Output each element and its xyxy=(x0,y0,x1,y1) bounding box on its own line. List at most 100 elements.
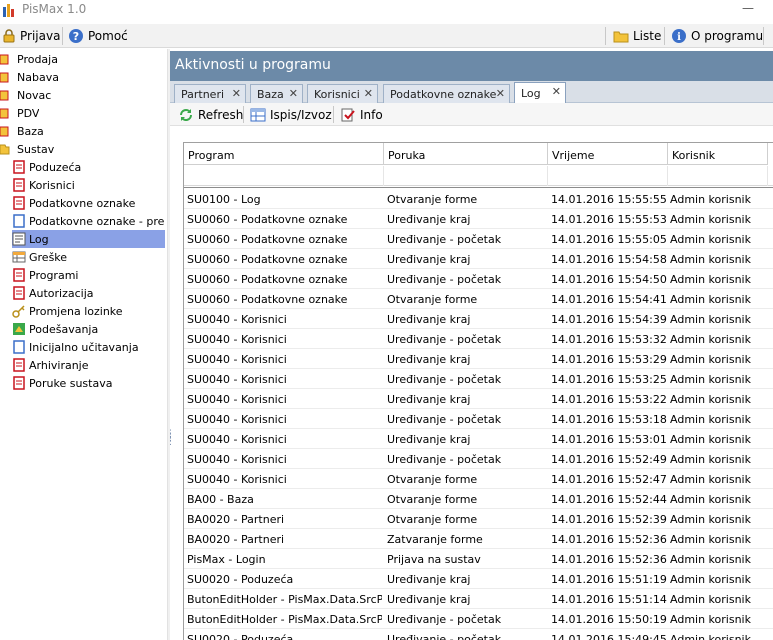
close-icon[interactable]: ✕ xyxy=(496,87,505,100)
time-cell: 14.01.2016 15:53:29 xyxy=(551,353,667,366)
sidebar-item-label: Podatkovne oznake - pre... xyxy=(29,214,165,228)
table-row[interactable]: BA0020 - Partneri Otvaranje forme 14.01.20… xyxy=(184,509,773,529)
close-icon[interactable]: ✕ xyxy=(289,87,298,100)
table-row[interactable]: SU0040 - Korisnici Uređivanje - početak 14… xyxy=(184,369,773,389)
user-cell: Admin korisnik xyxy=(670,353,751,366)
table-row[interactable]: BA00 - Baza Otvaranje forme 14.01.2016 15:… xyxy=(184,489,773,509)
sidebar-item-greske[interactable]: Greške xyxy=(12,248,165,266)
sidebar-item-korisnici[interactable]: Korisnici xyxy=(12,176,165,194)
program-cell: SU0040 - Korisnici xyxy=(187,413,287,426)
tab-label: Baza xyxy=(257,87,284,101)
table-row[interactable]: SU0020 - Poduzeća Uređivanje - početak 14.… xyxy=(184,629,773,640)
folder-open-icon xyxy=(0,144,10,155)
sidebar-splitter[interactable] xyxy=(167,49,170,640)
message-cell: Uređivanje kraj xyxy=(387,213,471,226)
user-cell: Admin korisnik xyxy=(670,253,751,266)
message-cell: Uređivanje kraj xyxy=(387,353,471,366)
message-cell: Otvaranje forme xyxy=(387,193,478,206)
program-cell: BA0020 - Partneri xyxy=(187,533,285,546)
sidebar-item-nabava[interactable]: Nabava xyxy=(0,68,59,86)
table-row[interactable]: ButonEditHolder - PisMax.Data.SrcPar... U… xyxy=(184,609,773,629)
sidebar-item-podesavanja[interactable]: Podešavanja xyxy=(12,320,165,338)
table-row[interactable]: SU0040 - Korisnici Uređivanje kraj 14.01.2… xyxy=(184,309,773,329)
key-icon xyxy=(12,305,25,318)
close-icon[interactable]: ✕ xyxy=(364,87,373,100)
login-button[interactable]: Prijava xyxy=(2,26,60,46)
lists-button[interactable]: Liste xyxy=(613,26,661,46)
print-export-button[interactable]: Ispis/Izvoz xyxy=(250,105,332,124)
filter-cell-program[interactable] xyxy=(184,166,384,186)
svg-text:i: i xyxy=(677,32,681,43)
column-header-program[interactable]: Program xyxy=(184,143,384,165)
tab-baza[interactable]: Baza ✕ xyxy=(250,84,303,103)
table-row[interactable]: SU0060 - Podatkovne oznake Uređivanje - p… xyxy=(184,269,773,289)
table-row[interactable]: SU0040 - Korisnici Uređivanje kraj 14.01.2… xyxy=(184,429,773,449)
splitter-grip-icon[interactable]: ⋮ ⋮ ⋮ xyxy=(166,430,175,452)
about-button[interactable]: i O programu xyxy=(671,26,763,46)
user-cell: Admin korisnik xyxy=(670,453,751,466)
sidebar-item-pdv[interactable]: PDV xyxy=(0,104,39,122)
sidebar-item-log[interactable]: Log xyxy=(12,230,165,248)
about-label: O programu xyxy=(691,29,764,43)
filter-cell-poruka[interactable] xyxy=(384,166,548,186)
filter-cell-korisnik[interactable] xyxy=(668,166,768,186)
sidebar-item-label: Prodaja xyxy=(17,52,58,66)
toolbar-separator xyxy=(605,27,606,45)
table-row[interactable]: SU0060 - Podatkovne oznake Uređivanje - p… xyxy=(184,229,773,249)
info-button[interactable]: Info xyxy=(340,105,383,124)
sidebar-item-sustav[interactable]: Sustav xyxy=(0,140,54,158)
table-row[interactable]: SU0040 - Korisnici Uređivanje kraj 14.01.2… xyxy=(184,349,773,369)
message-cell: Otvaranje forme xyxy=(387,513,478,526)
table-row[interactable]: SU0040 - Korisnici Uređivanje kraj 14.01.2… xyxy=(184,389,773,409)
toolbar-separator xyxy=(333,106,334,123)
sidebar-item-poruke-sustava[interactable]: Poruke sustava xyxy=(12,374,165,392)
table-row[interactable]: SU0040 - Korisnici Uređivanje - početak 14… xyxy=(184,449,773,469)
table-row[interactable]: SU0060 - Podatkovne oznake Uređivanje kra… xyxy=(184,209,773,229)
svg-text:?: ? xyxy=(73,30,79,43)
table-row[interactable]: SU0040 - Korisnici Uređivanje - početak 14… xyxy=(184,409,773,429)
title-bar: PisMax 1.0 — xyxy=(0,0,773,24)
folder-icon xyxy=(0,54,9,65)
sidebar-item-label: Podatkovne oznake xyxy=(29,196,136,210)
sidebar-item-promjena-lozinke[interactable]: Promjena lozinke xyxy=(12,302,165,320)
help-button[interactable]: ? Pomoć xyxy=(68,26,128,46)
folder-icon xyxy=(0,72,9,83)
column-header-korisnik[interactable]: Korisnik xyxy=(668,143,768,165)
tab-podatkovne-oznake[interactable]: Podatkovne oznake ✕ xyxy=(383,84,510,103)
sidebar-item-poduzeca[interactable]: Poduzeća xyxy=(12,158,165,176)
refresh-button[interactable]: Refresh xyxy=(178,105,243,124)
table-row[interactable]: SU0020 - Poduzeća Uređivanje kraj 14.01.20… xyxy=(184,569,773,589)
table-row[interactable]: BA0020 - Partneri Zatvaranje forme 14.01.2… xyxy=(184,529,773,549)
table-row[interactable]: SU0040 - Korisnici Otvaranje forme 14.01.2… xyxy=(184,469,773,489)
tab-korisnici[interactable]: Korisnici ✕ xyxy=(307,84,378,103)
table-row[interactable]: SU0040 - Korisnici Uređivanje - početak 14… xyxy=(184,329,773,349)
sidebar-item-novac[interactable]: Novac xyxy=(0,86,51,104)
grid-body: SU0100 - Log Otvaranje forme 14.01.2016 15… xyxy=(184,187,773,640)
program-cell: SU0040 - Korisnici xyxy=(187,453,287,466)
table-row[interactable]: PisMax - Login Prijava na sustav 14.01.201… xyxy=(184,549,773,569)
sidebar-item-programi[interactable]: Programi xyxy=(12,266,165,284)
sidebar-item-podatkovne-oznake-pre[interactable]: Podatkovne oznake - pre... xyxy=(12,212,165,230)
table-row[interactable]: SU0060 - Podatkovne oznake Otvaranje form… xyxy=(184,289,773,309)
table-row[interactable]: ButonEditHolder - PisMax.Data.SrcPar... U… xyxy=(184,589,773,609)
sidebar-item-baza[interactable]: Baza xyxy=(0,122,44,140)
tab-log[interactable]: Log ✕ xyxy=(514,82,566,104)
tab-partneri[interactable]: Partneri ✕ xyxy=(174,84,246,103)
time-cell: 14.01.2016 15:52:39 xyxy=(551,513,667,526)
filter-cell-vrijeme[interactable] xyxy=(548,166,668,186)
sidebar-item-arhiviranje[interactable]: Arhiviranje xyxy=(12,356,165,374)
minimize-button[interactable]: — xyxy=(738,0,758,20)
sidebar-item-inicijalno-ucitavanja[interactable]: Inicijalno učitavanja xyxy=(12,338,165,356)
message-cell: Uređivanje - početak xyxy=(387,273,502,286)
column-header-vrijeme[interactable]: Vrijeme xyxy=(548,143,668,165)
sidebar-item-podatkovne-oznake[interactable]: Podatkovne oznake xyxy=(12,194,165,212)
program-cell: SU0060 - Podatkovne oznake xyxy=(187,273,348,286)
close-icon[interactable]: ✕ xyxy=(232,87,241,100)
column-header-poruka[interactable]: Poruka xyxy=(384,143,548,165)
sidebar-item-autorizacija[interactable]: Autorizacija xyxy=(12,284,165,302)
table-row[interactable]: SU0060 - Podatkovne oznake Uređivanje kra… xyxy=(184,249,773,269)
close-icon[interactable]: ✕ xyxy=(552,85,561,98)
sidebar-item-prodaja[interactable]: Prodaja xyxy=(0,50,58,68)
panel-title: Aktivnosti u programu xyxy=(175,57,331,73)
table-row[interactable]: SU0100 - Log Otvaranje forme 14.01.2016 15… xyxy=(184,189,773,209)
